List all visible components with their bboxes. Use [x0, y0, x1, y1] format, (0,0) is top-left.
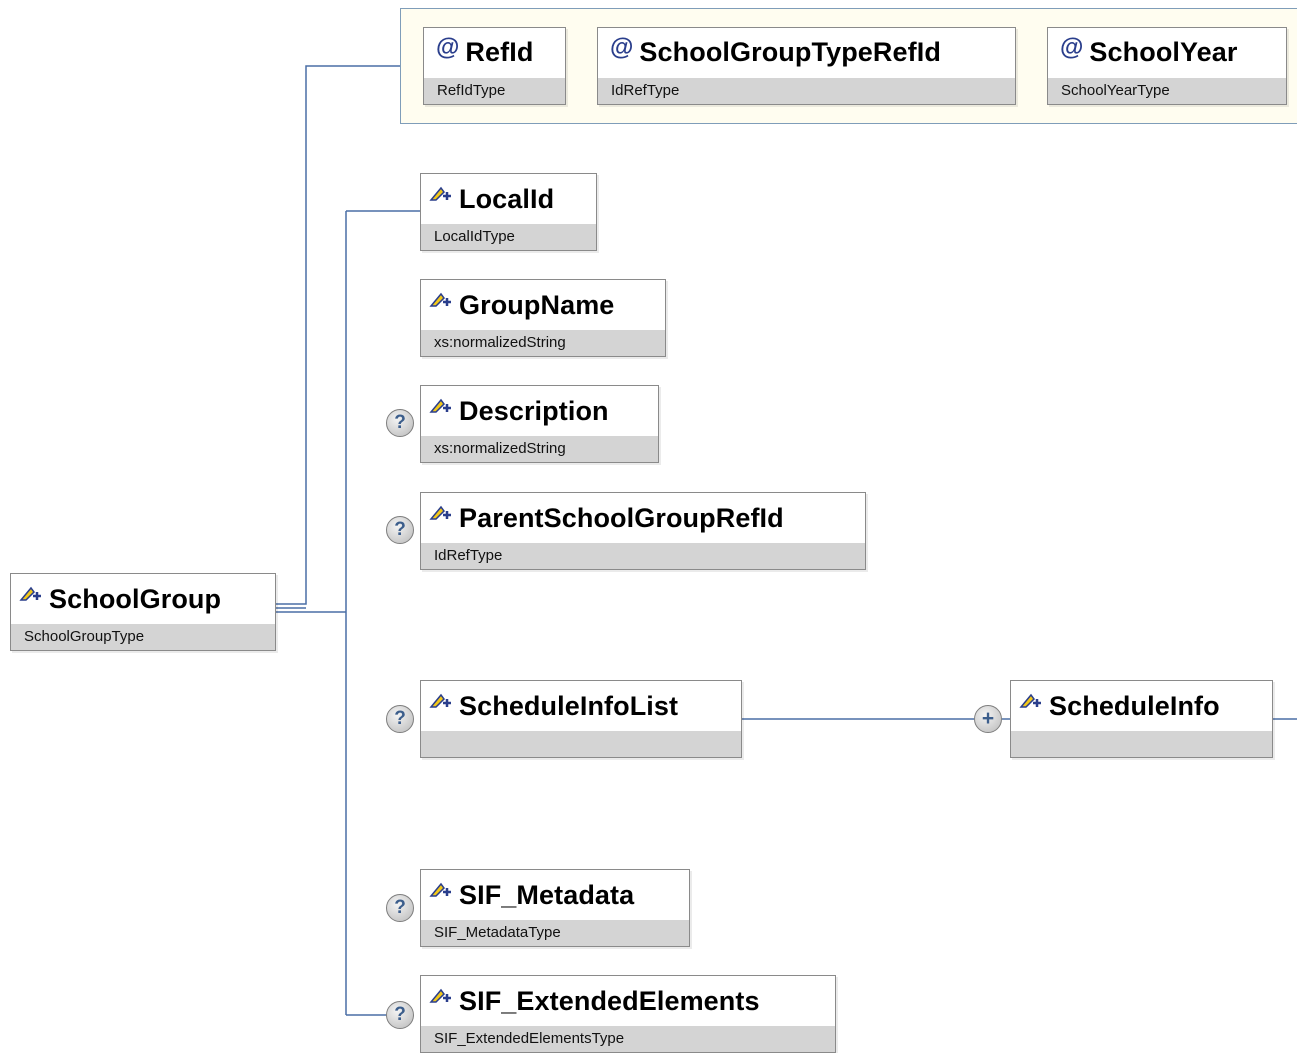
- element-icon: [429, 292, 451, 307]
- repeat-badge: +: [974, 705, 1002, 733]
- attribute-schoolgrouptyperefid[interactable]: @ SchoolGroupTypeRefId IdRefType: [597, 27, 1016, 105]
- element-name: GroupName: [459, 289, 615, 320]
- element-icon: [429, 186, 451, 201]
- element-name: ParentSchoolGroupRefId: [459, 502, 784, 533]
- element-scheduleinfo[interactable]: ScheduleInfo: [1010, 680, 1273, 758]
- element-sif-metadata[interactable]: SIF_Metadata SIF_MetadataType: [420, 869, 690, 947]
- element-name: ScheduleInfoList: [459, 690, 679, 721]
- element-icon: [429, 398, 451, 413]
- element-scheduleinfolist[interactable]: ScheduleInfoList: [420, 680, 742, 758]
- element-icon: [429, 882, 451, 897]
- attribute-name: RefId: [465, 36, 534, 67]
- root-element-schoolgroup[interactable]: SchoolGroup SchoolGroupType: [10, 573, 276, 651]
- element-type: xs:normalizedString: [421, 436, 658, 462]
- element-parentschoolgrouprefid[interactable]: ParentSchoolGroupRefId IdRefType: [420, 492, 866, 570]
- element-type: LocalIdType: [421, 224, 596, 250]
- element-localid[interactable]: LocalId LocalIdType: [420, 173, 597, 251]
- element-description[interactable]: Description xs:normalizedString: [420, 385, 659, 463]
- element-type: SchoolGroupType: [11, 624, 275, 650]
- attribute-at-icon: @: [436, 34, 460, 61]
- attribute-type: SchoolYearType: [1048, 78, 1286, 104]
- optional-badge: ?: [386, 894, 414, 922]
- optional-badge: ?: [386, 516, 414, 544]
- element-icon: [19, 586, 41, 601]
- element-sif-extendedelements[interactable]: SIF_ExtendedElements SIF_ExtendedElement…: [420, 975, 836, 1053]
- element-groupname[interactable]: GroupName xs:normalizedString: [420, 279, 666, 357]
- attribute-name: SchoolGroupTypeRefId: [639, 36, 941, 67]
- element-type: [1011, 731, 1272, 757]
- attribute-type: RefIdType: [424, 78, 565, 104]
- attribute-refid[interactable]: @ RefId RefIdType: [423, 27, 566, 105]
- element-name: SIF_ExtendedElements: [459, 985, 760, 1016]
- element-type: xs:normalizedString: [421, 330, 665, 356]
- element-type: SIF_ExtendedElementsType: [421, 1026, 835, 1052]
- attribute-name: SchoolYear: [1089, 36, 1238, 67]
- attribute-type: IdRefType: [598, 78, 1015, 104]
- element-type: SIF_MetadataType: [421, 920, 689, 946]
- attribute-at-icon: @: [610, 34, 634, 61]
- optional-badge: ?: [386, 409, 414, 437]
- element-name: Description: [459, 395, 609, 426]
- element-name: ScheduleInfo: [1049, 690, 1220, 721]
- optional-badge: ?: [386, 705, 414, 733]
- element-icon: [429, 988, 451, 1003]
- attribute-at-icon: @: [1060, 34, 1084, 61]
- element-icon: [429, 505, 451, 520]
- element-type: [421, 731, 741, 757]
- attribute-schoolyear[interactable]: @ SchoolYear SchoolYearType: [1047, 27, 1287, 105]
- element-name: SchoolGroup: [49, 583, 222, 614]
- element-icon: [429, 693, 451, 708]
- element-type: IdRefType: [421, 543, 865, 569]
- element-name: LocalId: [459, 183, 555, 214]
- optional-badge: ?: [386, 1001, 414, 1029]
- element-icon: [1019, 693, 1041, 708]
- element-name: SIF_Metadata: [459, 879, 635, 910]
